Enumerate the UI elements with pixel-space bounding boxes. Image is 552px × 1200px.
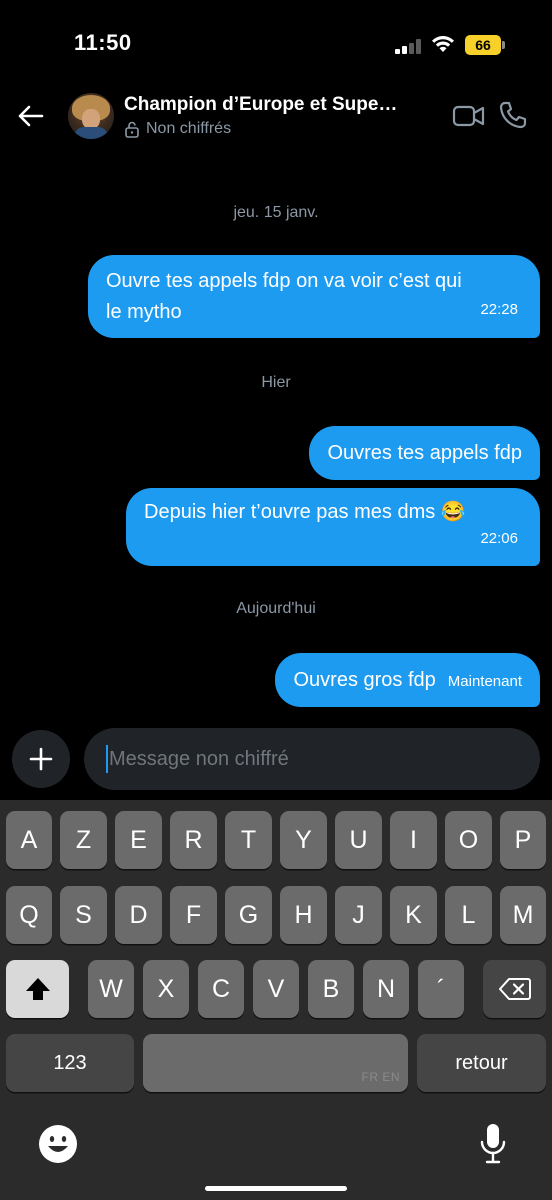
message-bubble[interactable]: Depuis hier t’ouvre pas mes dms 😂 22:06: [126, 488, 540, 566]
home-indicator[interactable]: [205, 1186, 347, 1191]
space-bar[interactable]: FR EN: [143, 1034, 408, 1092]
backspace-key[interactable]: [483, 960, 546, 1018]
conversation-title[interactable]: Champion d’Europe et Supe…: [124, 94, 434, 116]
plus-icon: [29, 747, 53, 771]
key-n[interactable]: N: [363, 960, 409, 1018]
microphone-icon: [480, 1124, 506, 1164]
emoji-button[interactable]: [38, 1124, 78, 1164]
message-time: Maintenant: [447, 673, 522, 690]
encryption-status: Non chiffrés: [125, 120, 231, 138]
key-acute-accent[interactable]: ´: [418, 960, 464, 1018]
key-e[interactable]: E: [115, 811, 162, 869]
video-call-button[interactable]: [452, 102, 486, 130]
key-u[interactable]: U: [335, 811, 382, 869]
unlock-icon: [125, 121, 139, 138]
message-bubble[interactable]: Ouvres tes appels fdp: [309, 426, 540, 480]
key-o[interactable]: O: [445, 811, 492, 869]
message-input[interactable]: Message non chiffré: [84, 728, 540, 790]
date-separator: Aujourd'hui: [236, 600, 316, 617]
key-l[interactable]: L: [445, 886, 492, 944]
conversation-header: Champion d’Europe et Supe… Non chiffrés: [0, 80, 552, 152]
key-x[interactable]: X: [143, 960, 189, 1018]
shift-icon: [25, 978, 50, 1000]
key-z[interactable]: Z: [60, 811, 107, 869]
key-g[interactable]: G: [225, 886, 272, 944]
key-v[interactable]: V: [253, 960, 299, 1018]
status-time: 11:50: [74, 30, 132, 55]
key-q[interactable]: Q: [6, 886, 52, 944]
message-text: le mytho: [106, 301, 182, 323]
wifi-icon: [431, 34, 455, 54]
voice-call-button[interactable]: [498, 100, 528, 130]
backspace-icon: [498, 978, 531, 1000]
encryption-status-label: Non chiffrés: [146, 120, 232, 137]
battery-level: 66: [465, 35, 501, 55]
video-camera-icon: [452, 105, 485, 127]
date-separator: Hier: [261, 374, 291, 391]
return-key[interactable]: retour: [417, 1034, 546, 1092]
avatar[interactable]: [68, 93, 114, 139]
message-bubble[interactable]: Ouvres gros fdp Maintenant: [275, 653, 540, 707]
dictation-button[interactable]: [480, 1122, 506, 1166]
key-r[interactable]: R: [170, 811, 217, 869]
battery-icon: 66: [465, 35, 505, 55]
shift-key[interactable]: [6, 960, 69, 1018]
key-h[interactable]: H: [280, 886, 327, 944]
message-bubble[interactable]: Ouvre tes appels fdp on va voir c’est qu…: [88, 255, 540, 338]
emoji-icon: [39, 1125, 77, 1163]
back-button[interactable]: [12, 98, 48, 134]
key-w[interactable]: W: [88, 960, 134, 1018]
message-time: 22:06: [480, 530, 518, 547]
key-f[interactable]: F: [170, 886, 217, 944]
message-text: Ouvres gros fdp: [293, 669, 436, 691]
message-input-placeholder: Message non chiffré: [109, 747, 289, 770]
message-text: Depuis hier t’ouvre pas mes dms 😂: [144, 501, 466, 523]
key-b[interactable]: B: [308, 960, 354, 1018]
keyboard-languages: FR EN: [361, 1070, 400, 1084]
status-bar: 11:50 66: [0, 0, 552, 80]
key-p[interactable]: P: [500, 811, 546, 869]
key-y[interactable]: Y: [280, 811, 327, 869]
date-separator: jeu. 15 janv.: [233, 204, 319, 221]
key-s[interactable]: S: [60, 886, 107, 944]
key-c[interactable]: C: [198, 960, 244, 1018]
phone-icon: [499, 101, 527, 129]
key-m[interactable]: M: [500, 886, 546, 944]
message-time: 22:28: [480, 301, 518, 318]
key-i[interactable]: I: [390, 811, 437, 869]
key-k[interactable]: K: [390, 886, 437, 944]
add-attachment-button[interactable]: [12, 730, 70, 788]
text-cursor: [106, 745, 108, 773]
arrow-left-icon: [18, 105, 44, 127]
key-j[interactable]: J: [335, 886, 382, 944]
key-t[interactable]: T: [225, 811, 272, 869]
message-text: Ouvres tes appels fdp: [327, 442, 522, 464]
key-a[interactable]: A: [6, 811, 52, 869]
key-d[interactable]: D: [115, 886, 162, 944]
cellular-signal-icon: [395, 38, 423, 54]
message-text: Ouvre tes appels fdp on va voir c’est qu…: [106, 270, 462, 292]
numbers-key[interactable]: 123: [6, 1034, 134, 1092]
